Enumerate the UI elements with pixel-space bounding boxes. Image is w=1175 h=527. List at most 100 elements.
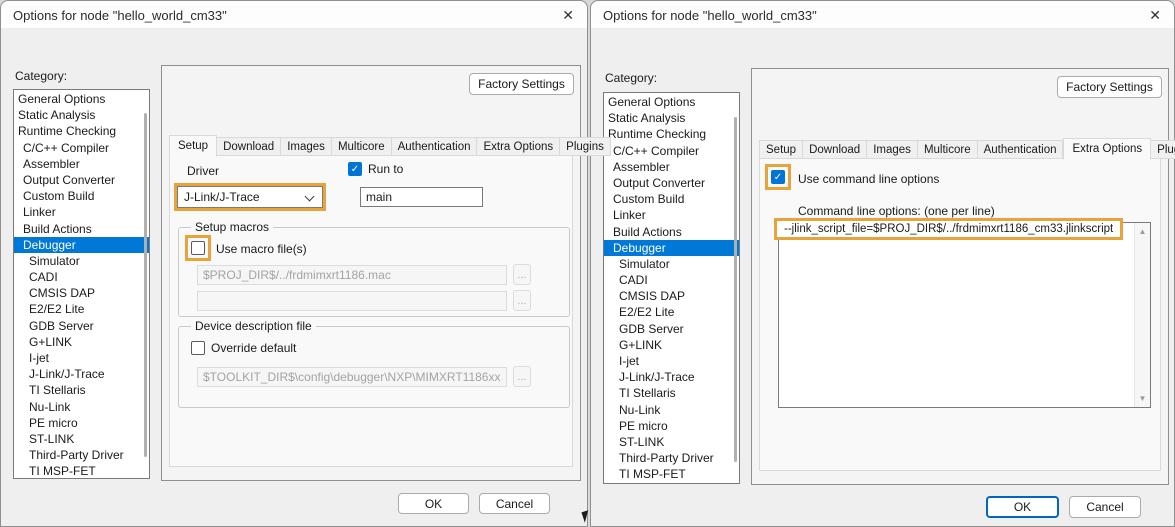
window-title: Options for node "hello_world_cm33" bbox=[13, 8, 227, 23]
category-item-simulator[interactable]: Simulator bbox=[14, 253, 149, 269]
category-item-st-link[interactable]: ST-LINK bbox=[14, 431, 149, 447]
tab-plugins[interactable]: Plugins bbox=[1151, 140, 1175, 159]
category-item-j-link-j-trace[interactable]: J-Link/J-Trace bbox=[604, 369, 739, 385]
category-item-cadi[interactable]: CADI bbox=[14, 269, 149, 285]
category-item-third-party-driver[interactable]: Third-Party Driver bbox=[14, 447, 149, 463]
ok-button[interactable]: OK bbox=[986, 496, 1059, 518]
category-item-debugger[interactable]: Debugger bbox=[14, 237, 149, 253]
chevron-down-icon bbox=[305, 192, 315, 202]
scroll-down-icon[interactable]: ▼ bbox=[1135, 394, 1150, 403]
category-item-cmsis-dap[interactable]: CMSIS DAP bbox=[604, 288, 739, 304]
category-item-custom-build[interactable]: Custom Build bbox=[604, 191, 739, 207]
category-list[interactable]: General OptionsStatic AnalysisRuntime Ch… bbox=[603, 92, 740, 484]
category-item-ti-msp-fet[interactable]: TI MSP-FET bbox=[604, 466, 739, 482]
use-macro-label: Use macro file(s) bbox=[216, 242, 307, 256]
browse-device-file-button[interactable]: ... bbox=[513, 366, 531, 387]
override-default-checkbox[interactable] bbox=[191, 341, 205, 355]
category-item-nu-link[interactable]: Nu-Link bbox=[14, 399, 149, 415]
cmdline-textarea[interactable]: --jlink_script_file=$PROJ_DIR$/../frdmim… bbox=[778, 222, 1151, 408]
category-item-linker[interactable]: Linker bbox=[604, 207, 739, 223]
cancel-button[interactable]: Cancel bbox=[1069, 496, 1141, 518]
run-to-input[interactable] bbox=[360, 187, 483, 207]
device-file-input[interactable] bbox=[197, 367, 507, 387]
category-item-custom-build[interactable]: Custom Build bbox=[14, 188, 149, 204]
category-item-c-c-compiler[interactable]: C/C++ Compiler bbox=[604, 143, 739, 159]
browse-macro-1-button[interactable]: ... bbox=[513, 264, 531, 285]
category-item-c-c-compiler[interactable]: C/C++ Compiler bbox=[14, 140, 149, 156]
macro-file-input-1[interactable] bbox=[197, 265, 507, 285]
tab-multicore[interactable]: Multicore bbox=[332, 137, 392, 156]
scroll-up-icon[interactable]: ▲ bbox=[1135, 227, 1150, 236]
category-item-general-options[interactable]: General Options bbox=[14, 91, 149, 107]
category-item-third-party-driver[interactable]: Third-Party Driver bbox=[604, 450, 739, 466]
category-item-pe-micro[interactable]: PE micro bbox=[14, 415, 149, 431]
tab-images[interactable]: Images bbox=[867, 140, 918, 159]
factory-settings-button[interactable]: Factory Settings bbox=[1057, 76, 1162, 98]
textarea-scrollbar[interactable]: ▲ ▼ bbox=[1134, 223, 1150, 407]
title-bar[interactable]: Options for node "hello_world_cm33" ✕ bbox=[1, 1, 587, 29]
factory-settings-button[interactable]: Factory Settings bbox=[469, 73, 574, 95]
use-macro-checkbox[interactable] bbox=[191, 241, 205, 255]
category-list-scrollbar[interactable] bbox=[144, 113, 147, 457]
run-to-checkbox[interactable]: ✓ bbox=[348, 162, 362, 176]
options-panel: Factory Settings SetupDownloadImagesMult… bbox=[161, 65, 581, 481]
close-icon[interactable]: ✕ bbox=[1149, 6, 1161, 24]
category-item-e2-e2-lite[interactable]: E2/E2 Lite bbox=[14, 301, 149, 317]
category-item-static-analysis[interactable]: Static Analysis bbox=[14, 107, 149, 123]
tab-multicore[interactable]: Multicore bbox=[918, 140, 978, 159]
ok-button[interactable]: OK bbox=[398, 493, 469, 514]
category-item-runtime-checking[interactable]: Runtime Checking bbox=[604, 126, 739, 142]
driver-select-value: J-Link/J-Trace bbox=[184, 190, 260, 204]
tab-extra-options[interactable]: Extra Options bbox=[477, 137, 560, 156]
category-item-g-link[interactable]: G+LINK bbox=[14, 334, 149, 350]
close-icon[interactable]: ✕ bbox=[562, 6, 574, 24]
category-item-i-jet[interactable]: I-jet bbox=[14, 350, 149, 366]
category-item-debugger[interactable]: Debugger bbox=[604, 240, 739, 256]
device-description-title: Device description file bbox=[191, 319, 316, 333]
category-item-ti-stellaris[interactable]: TI Stellaris bbox=[604, 385, 739, 401]
category-item-output-converter[interactable]: Output Converter bbox=[604, 175, 739, 191]
title-bar[interactable]: Options for node "hello_world_cm33" ✕ bbox=[591, 1, 1174, 29]
category-list-scrollbar[interactable] bbox=[734, 117, 737, 462]
category-item-ti-msp-fet[interactable]: TI MSP-FET bbox=[14, 463, 149, 479]
category-item-assembler[interactable]: Assembler bbox=[604, 159, 739, 175]
category-item-j-link-j-trace[interactable]: J-Link/J-Trace bbox=[14, 366, 149, 382]
category-item-e2-e2-lite[interactable]: E2/E2 Lite bbox=[604, 304, 739, 320]
category-item-nu-link[interactable]: Nu-Link bbox=[604, 402, 739, 418]
category-item-simulator[interactable]: Simulator bbox=[604, 256, 739, 272]
category-item-ti-stellaris[interactable]: TI Stellaris bbox=[14, 382, 149, 398]
category-item-cmsis-dap[interactable]: CMSIS DAP bbox=[14, 285, 149, 301]
category-item-gdb-server[interactable]: GDB Server bbox=[604, 321, 739, 337]
browse-macro-2-button[interactable]: ... bbox=[513, 290, 531, 311]
category-item-st-link[interactable]: ST-LINK bbox=[604, 434, 739, 450]
category-item-gdb-server[interactable]: GDB Server bbox=[14, 318, 149, 334]
category-item-cadi[interactable]: CADI bbox=[604, 272, 739, 288]
tab-download[interactable]: Download bbox=[217, 137, 281, 156]
category-item-i-jet[interactable]: I-jet bbox=[604, 353, 739, 369]
category-item-pe-micro[interactable]: PE micro bbox=[604, 418, 739, 434]
tab-setup[interactable]: Setup bbox=[759, 140, 803, 159]
tab-authentication[interactable]: Authentication bbox=[978, 140, 1064, 159]
tab-extra-options[interactable]: Extra Options bbox=[1063, 138, 1151, 160]
tab-strip: SetupDownloadImagesMulticoreAuthenticati… bbox=[759, 139, 1175, 159]
cancel-button[interactable]: Cancel bbox=[479, 493, 550, 514]
tab-plugins[interactable]: Plugins bbox=[560, 137, 611, 156]
category-item-static-analysis[interactable]: Static Analysis bbox=[604, 110, 739, 126]
category-item-general-options[interactable]: General Options bbox=[604, 94, 739, 110]
driver-select[interactable]: J-Link/J-Trace bbox=[177, 186, 323, 208]
setup-macros-title: Setup macros bbox=[191, 220, 273, 234]
category-item-build-actions[interactable]: Build Actions bbox=[14, 221, 149, 237]
category-item-runtime-checking[interactable]: Runtime Checking bbox=[14, 123, 149, 139]
category-item-output-converter[interactable]: Output Converter bbox=[14, 172, 149, 188]
category-list[interactable]: General OptionsStatic AnalysisRuntime Ch… bbox=[13, 89, 150, 479]
category-item-build-actions[interactable]: Build Actions bbox=[604, 224, 739, 240]
use-cmdline-checkbox[interactable]: ✓ bbox=[771, 170, 785, 184]
category-item-linker[interactable]: Linker bbox=[14, 204, 149, 220]
tab-images[interactable]: Images bbox=[281, 137, 332, 156]
category-item-assembler[interactable]: Assembler bbox=[14, 156, 149, 172]
tab-setup[interactable]: Setup bbox=[169, 135, 217, 157]
macro-file-input-2[interactable] bbox=[197, 291, 507, 311]
category-item-g-link[interactable]: G+LINK bbox=[604, 337, 739, 353]
tab-authentication[interactable]: Authentication bbox=[392, 137, 478, 156]
tab-download[interactable]: Download bbox=[803, 140, 867, 159]
